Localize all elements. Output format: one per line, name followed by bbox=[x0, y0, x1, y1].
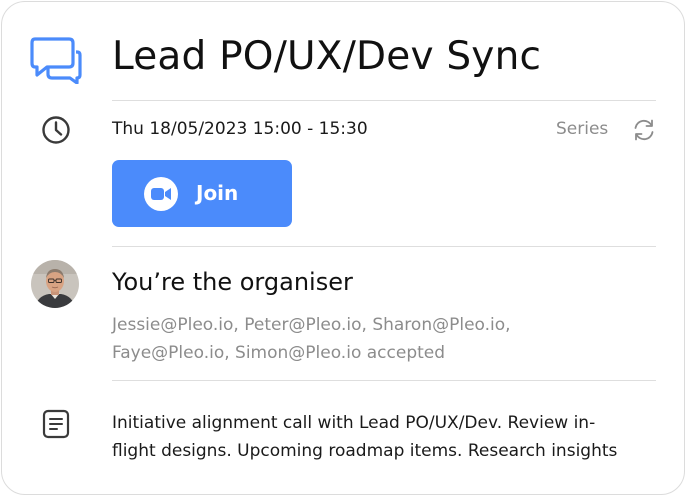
event-description-line: Initiative alignment call with Lead PO/U… bbox=[112, 413, 596, 433]
chat-bubbles-icon bbox=[30, 37, 82, 84]
video-camera-icon bbox=[151, 188, 171, 200]
clock-icon bbox=[42, 116, 70, 144]
avatar-photo bbox=[31, 260, 79, 308]
avatar bbox=[31, 260, 79, 308]
divider bbox=[112, 100, 656, 101]
join-button[interactable]: Join bbox=[112, 160, 292, 227]
event-datetime: Thu 18/05/2023 15:00 - 15:30 bbox=[112, 119, 368, 139]
attendee-list: Jessie@Pleo.io, Peter@Pleo.io, Sharon@Pl… bbox=[112, 311, 572, 367]
join-button-label: Join bbox=[196, 181, 239, 205]
series-label: Series bbox=[556, 119, 609, 139]
divider bbox=[112, 246, 656, 247]
divider bbox=[112, 380, 656, 381]
zoom-logo bbox=[144, 177, 178, 211]
repeat-icon[interactable] bbox=[631, 117, 657, 143]
organiser-heading: You’re the organiser bbox=[112, 268, 353, 296]
notes-icon bbox=[42, 409, 70, 439]
event-description: Initiative alignment call with Lead PO/U… bbox=[112, 409, 657, 465]
event-description-line: flight designs. Upcoming roadmap items. … bbox=[112, 441, 618, 461]
event-title: Lead PO/UX/Dev Sync bbox=[112, 34, 542, 79]
attendee-list-line: Jessie@Pleo.io, Peter@Pleo.io, Sharon@Pl… bbox=[112, 315, 511, 335]
attendee-list-line: Faye@Pleo.io, Simon@Pleo.io accepted bbox=[112, 343, 446, 363]
